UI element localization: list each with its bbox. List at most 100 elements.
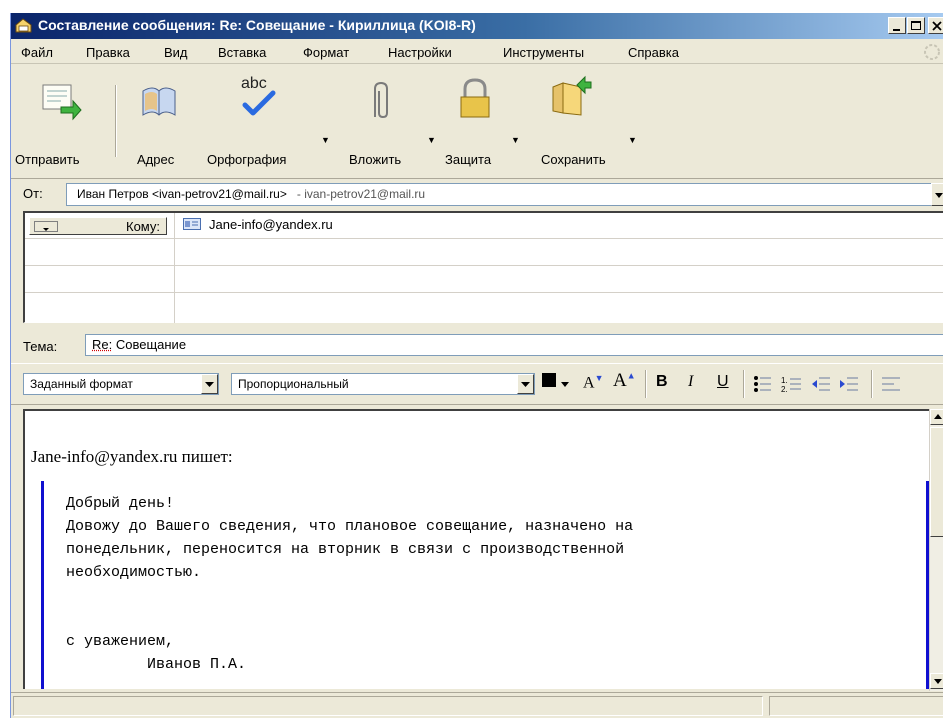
from-dropdown-button[interactable] bbox=[931, 183, 943, 206]
font-select[interactable]: Пропорциональный bbox=[231, 373, 535, 395]
font-value: Пропорциональный bbox=[238, 377, 349, 391]
attach-dropdown-icon[interactable]: ▼ bbox=[427, 135, 436, 145]
minimize-icon bbox=[893, 29, 900, 31]
security-dropdown-icon[interactable]: ▼ bbox=[511, 135, 520, 145]
attach-button[interactable]: Вложить ▼ bbox=[339, 73, 436, 167]
send-button[interactable]: Отправить bbox=[15, 73, 105, 167]
subject-prefix: Re: bbox=[92, 337, 113, 352]
main-toolbar: Отправить Адрес abc Орфография ▼ Вложить… bbox=[11, 65, 943, 179]
quote-attribution: Jane-info@yandex.ru пишет: bbox=[31, 447, 233, 466]
spelling-label: Орфография bbox=[207, 152, 287, 167]
from-select[interactable]: Иван Петров <ivan-petrov21@mail.ru> - iva… bbox=[66, 183, 943, 206]
spelling-check-icon bbox=[242, 90, 276, 116]
quote-line: понедельник, переносится на вторник в св… bbox=[66, 541, 625, 558]
status-bar bbox=[11, 692, 943, 718]
recipient-row-empty[interactable] bbox=[25, 240, 943, 266]
italic-button[interactable]: I bbox=[688, 373, 693, 395]
quote-line: с уважением, bbox=[66, 633, 175, 650]
chevron-down-icon bbox=[521, 382, 530, 387]
compose-window: Составление сообщения: Re: Совещание - К… bbox=[10, 13, 943, 718]
numbered-list-icon[interactable]: 1. 2. bbox=[781, 375, 803, 393]
address-button[interactable]: Адрес bbox=[125, 73, 185, 167]
paragraph-style-dropdown[interactable] bbox=[201, 374, 218, 394]
subject-input[interactable]: Re: Совещание bbox=[85, 334, 943, 356]
subject-value: Re: Совещание bbox=[92, 337, 186, 352]
paragraph-style-select[interactable]: Заданный формат bbox=[23, 373, 219, 395]
decrease-font-size-button[interactable]: A▼ bbox=[583, 373, 603, 395]
format-separator bbox=[645, 370, 647, 398]
maximize-button[interactable] bbox=[907, 17, 925, 34]
minimize-button[interactable] bbox=[888, 17, 906, 34]
format-separator bbox=[871, 370, 873, 398]
recipient-type-select[interactable]: Кому: bbox=[29, 217, 167, 235]
paragraph-style-value: Заданный формат bbox=[30, 377, 133, 391]
menu-bar: Файл Правка Вид Вставка Формат Настройки… bbox=[11, 40, 943, 64]
menu-edit[interactable]: Правка bbox=[86, 45, 130, 60]
from-row: От: Иван Петров <ivan-petrov21@mail.ru> -… bbox=[11, 180, 943, 209]
vertical-scrollbar[interactable] bbox=[929, 409, 943, 691]
recipient-row-empty[interactable] bbox=[25, 267, 943, 293]
subject-row: Тема: Re: Совещание bbox=[11, 331, 943, 359]
increase-font-size-button[interactable]: A▲ bbox=[613, 370, 636, 392]
scroll-thumb[interactable] bbox=[930, 427, 943, 537]
menu-settings[interactable]: Настройки bbox=[388, 45, 452, 60]
address-label: Адрес bbox=[137, 152, 175, 167]
font-dropdown[interactable] bbox=[517, 374, 534, 394]
save-dropdown-icon[interactable]: ▼ bbox=[628, 135, 637, 145]
underline-button[interactable]: U bbox=[717, 373, 729, 395]
bold-button[interactable]: B bbox=[656, 373, 668, 395]
recipient-row-empty[interactable] bbox=[25, 294, 943, 320]
recipient-address[interactable]: Jane-info@yandex.ru bbox=[183, 217, 333, 232]
save-button[interactable]: Сохранить ▼ bbox=[525, 73, 637, 167]
throbber-icon bbox=[924, 44, 940, 60]
chevron-down-icon bbox=[205, 382, 214, 387]
title-bar[interactable]: Составление сообщения: Re: Совещание - К… bbox=[11, 13, 943, 39]
message-body-editor[interactable]: Jane-info@yandex.ru пишет: Добрый день! … bbox=[23, 409, 943, 689]
decrease-indent-icon[interactable] bbox=[811, 375, 831, 393]
chevron-up-icon bbox=[934, 414, 942, 419]
recipient-row: Кому: Jane-info@yandex.ru bbox=[25, 213, 943, 239]
menu-view[interactable]: Вид bbox=[164, 45, 188, 60]
lock-icon bbox=[460, 78, 490, 118]
recipient-email: Jane-info@yandex.ru bbox=[209, 217, 333, 232]
toolbar-separator bbox=[115, 85, 117, 157]
menu-format[interactable]: Формат bbox=[303, 45, 349, 60]
quoted-message: Добрый день! Довожу до Вашего сведения, … bbox=[41, 481, 929, 689]
security-button[interactable]: Защита ▼ bbox=[439, 73, 520, 167]
security-label: Защита bbox=[445, 152, 492, 167]
menu-file[interactable]: Файл bbox=[21, 45, 53, 60]
increase-indent-icon[interactable] bbox=[839, 375, 859, 393]
compose-app-icon bbox=[15, 18, 32, 33]
subject-label: Тема: bbox=[23, 339, 58, 354]
align-left-icon[interactable] bbox=[881, 375, 901, 393]
quote-line: Иванов П.А. bbox=[66, 656, 247, 673]
scroll-up-button[interactable] bbox=[930, 409, 943, 425]
close-button[interactable] bbox=[928, 17, 943, 34]
save-folder-icon bbox=[552, 75, 592, 116]
window-title: Составление сообщения: Re: Совещание - К… bbox=[38, 17, 476, 33]
formatting-toolbar: Заданный формат Пропорциональный A▼ A▲ B… bbox=[11, 363, 943, 405]
from-label: От: bbox=[23, 186, 43, 201]
from-value: Иван Петров <ivan-petrov21@mail.ru> - iva… bbox=[77, 187, 425, 201]
from-account: - ivan-petrov21@mail.ru bbox=[296, 187, 426, 201]
svg-text:2.: 2. bbox=[781, 385, 788, 393]
chevron-down-icon bbox=[934, 679, 942, 684]
spelling-button[interactable]: abc Орфография ▼ bbox=[207, 73, 332, 167]
recipient-type-dropdown-icon[interactable] bbox=[34, 221, 58, 232]
paperclip-icon bbox=[374, 81, 388, 119]
quote-line: необходимостью. bbox=[66, 564, 202, 581]
text-color-button[interactable] bbox=[541, 372, 571, 396]
menu-tools[interactable]: Инструменты bbox=[503, 45, 584, 60]
recipient-type-label: Кому: bbox=[126, 219, 160, 234]
status-pane-secondary bbox=[769, 696, 943, 716]
menu-help[interactable]: Справка bbox=[628, 45, 679, 60]
scroll-down-button[interactable] bbox=[930, 673, 943, 689]
status-pane-main bbox=[13, 696, 763, 716]
from-address: Иван Петров <ivan-petrov21@mail.ru> bbox=[77, 187, 287, 201]
bullet-list-icon[interactable] bbox=[753, 375, 773, 393]
svg-text:1.: 1. bbox=[781, 376, 788, 385]
address-book-icon bbox=[142, 87, 176, 116]
spelling-dropdown-icon[interactable]: ▼ bbox=[321, 135, 330, 145]
subject-text: Совещание bbox=[112, 337, 187, 352]
menu-insert[interactable]: Вставка bbox=[218, 45, 266, 60]
